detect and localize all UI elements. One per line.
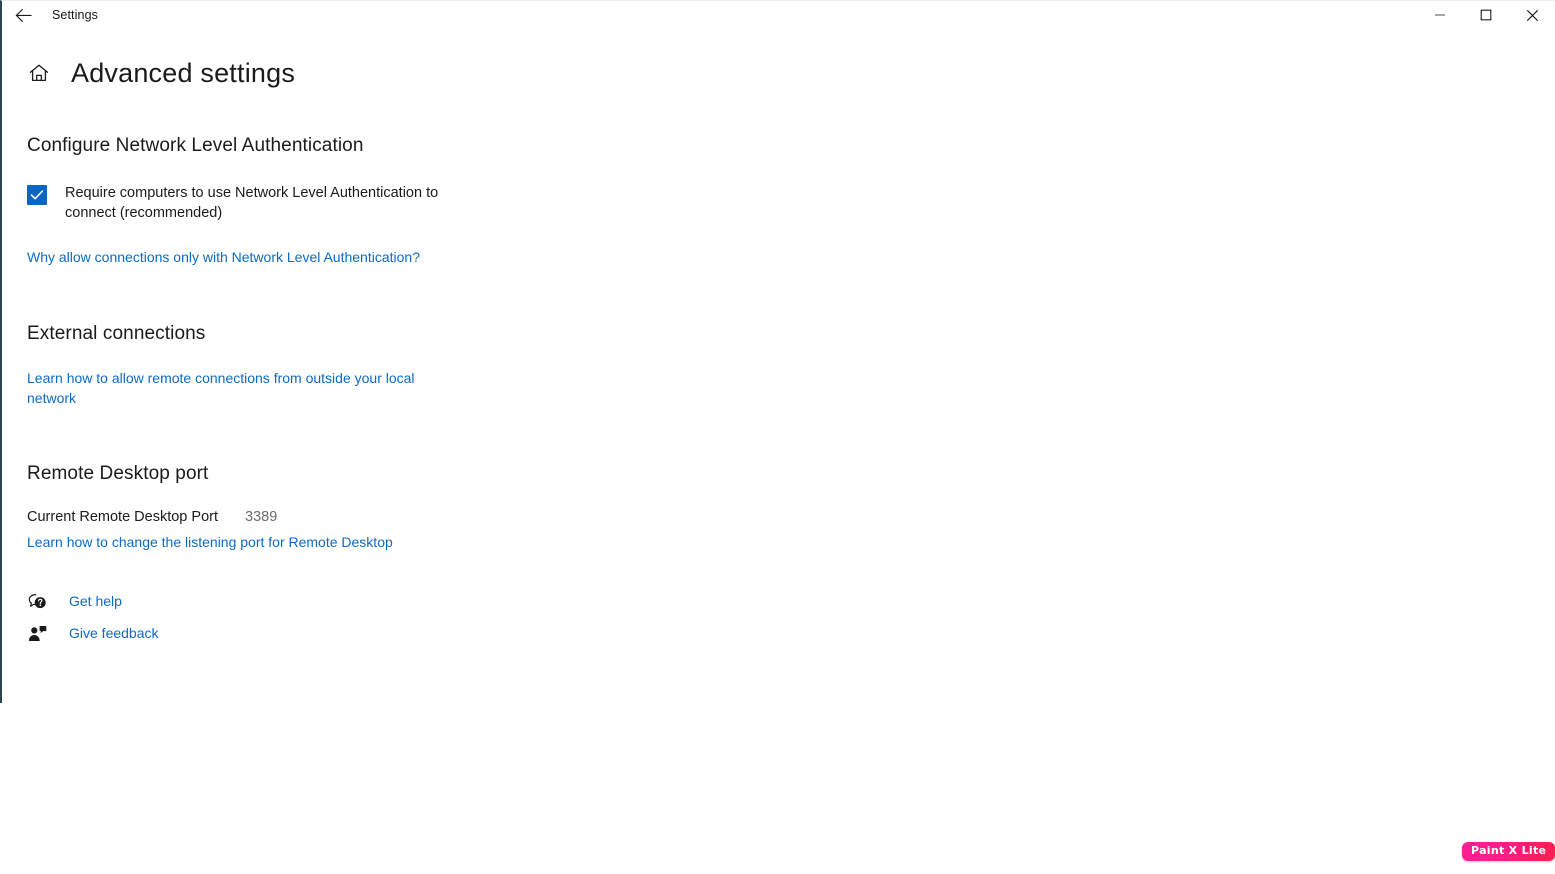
window-controls bbox=[1417, 1, 1555, 29]
feedback-person-icon bbox=[27, 623, 47, 643]
close-icon bbox=[1526, 9, 1539, 22]
remote-desktop-port-label: Current Remote Desktop Port bbox=[27, 509, 218, 525]
paint-x-lite-watermark: Paint X Lite bbox=[1462, 842, 1555, 861]
minimize-icon bbox=[1434, 9, 1446, 21]
link-external-connections[interactable]: Learn how to allow remote connections fr… bbox=[27, 368, 451, 408]
close-button[interactable] bbox=[1509, 1, 1555, 29]
get-help-label: Get help bbox=[69, 593, 122, 609]
maximize-button[interactable] bbox=[1463, 1, 1509, 29]
help-links: Get help Give feedback bbox=[27, 588, 1555, 646]
settings-content: Configure Network Level Authentication R… bbox=[2, 95, 1555, 646]
give-feedback-row[interactable]: Give feedback bbox=[27, 620, 1555, 646]
section-title-remote-desktop-port: Remote Desktop port bbox=[27, 463, 209, 484]
nla-checkbox-row[interactable]: Require computers to use Network Level A… bbox=[27, 183, 457, 223]
settings-window: Settings Advanced settings Configure Net… bbox=[0, 0, 1555, 703]
get-help-row[interactable]: Get help bbox=[27, 588, 1555, 614]
remote-desktop-port-value: 3389 bbox=[245, 509, 278, 525]
link-change-listening-port[interactable]: Learn how to change the listening port f… bbox=[27, 532, 1555, 552]
titlebar: Settings bbox=[2, 1, 1555, 29]
minimize-button[interactable] bbox=[1417, 1, 1463, 29]
back-button[interactable] bbox=[2, 1, 44, 29]
checkmark-icon bbox=[30, 189, 44, 201]
link-why-nla[interactable]: Why allow connections only with Network … bbox=[27, 247, 1555, 267]
give-feedback-label: Give feedback bbox=[69, 625, 159, 641]
remote-desktop-port-row: Current Remote Desktop Port 3389 bbox=[27, 509, 1555, 525]
section-title-nla: Configure Network Level Authentication bbox=[27, 135, 364, 156]
maximize-icon bbox=[1480, 9, 1492, 21]
back-arrow-icon bbox=[15, 8, 32, 23]
page-title: Advanced settings bbox=[71, 57, 296, 88]
section-title-external-connections: External connections bbox=[27, 323, 206, 344]
home-icon[interactable] bbox=[27, 61, 51, 85]
titlebar-title: Settings bbox=[52, 8, 98, 22]
page-header: Advanced settings bbox=[2, 51, 1555, 95]
question-bubble-icon bbox=[27, 591, 47, 611]
nla-checkbox[interactable] bbox=[27, 185, 47, 205]
nla-checkbox-label: Require computers to use Network Level A… bbox=[65, 185, 439, 221]
